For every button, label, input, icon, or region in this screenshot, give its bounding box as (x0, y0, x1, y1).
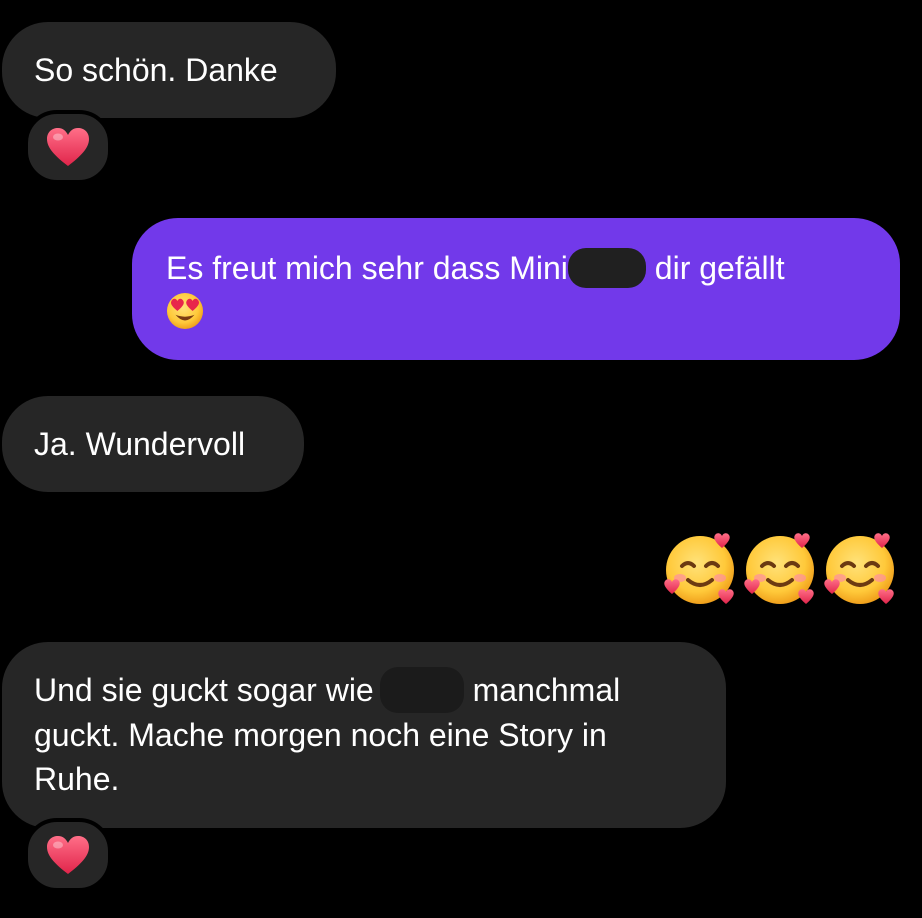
heart-eyes-face-icon (166, 292, 204, 330)
message-bubble-incoming[interactable]: Und sie guckt sogar wie manchmal guckt. … (2, 642, 726, 828)
red-heart-icon (47, 128, 89, 166)
message-bubble-incoming[interactable]: So schön. Danke (2, 22, 336, 118)
redaction-block (379, 666, 464, 713)
emoji-message-outgoing[interactable] (660, 528, 900, 608)
message-text: Ja. Wundervoll (34, 426, 246, 462)
reaction-badge[interactable] (24, 110, 112, 184)
reaction-badge[interactable] (24, 818, 112, 892)
smiling-face-with-hearts-icon (664, 533, 734, 604)
message-text: Und sie guckt sogar wie (34, 672, 374, 708)
smiling-face-with-hearts-icon (824, 533, 894, 604)
message-text: Ruhe. (34, 760, 120, 797)
smiling-face-with-hearts-icon (744, 533, 814, 604)
red-heart-icon (47, 836, 89, 874)
message-text: So schön. Danke (34, 52, 278, 88)
message-text: dir gefällt (645, 250, 785, 286)
message-text: manchmal (463, 672, 621, 708)
message-text: Es freut mich sehr dass Mini (166, 250, 568, 286)
message-bubble-outgoing[interactable]: Es freut mich sehr dass Mini dir gefällt (132, 218, 900, 360)
redaction-block (567, 247, 646, 288)
message-text: guckt. Mache morgen noch eine Story in (34, 716, 607, 753)
message-bubble-incoming[interactable]: Ja. Wundervoll (2, 396, 304, 492)
